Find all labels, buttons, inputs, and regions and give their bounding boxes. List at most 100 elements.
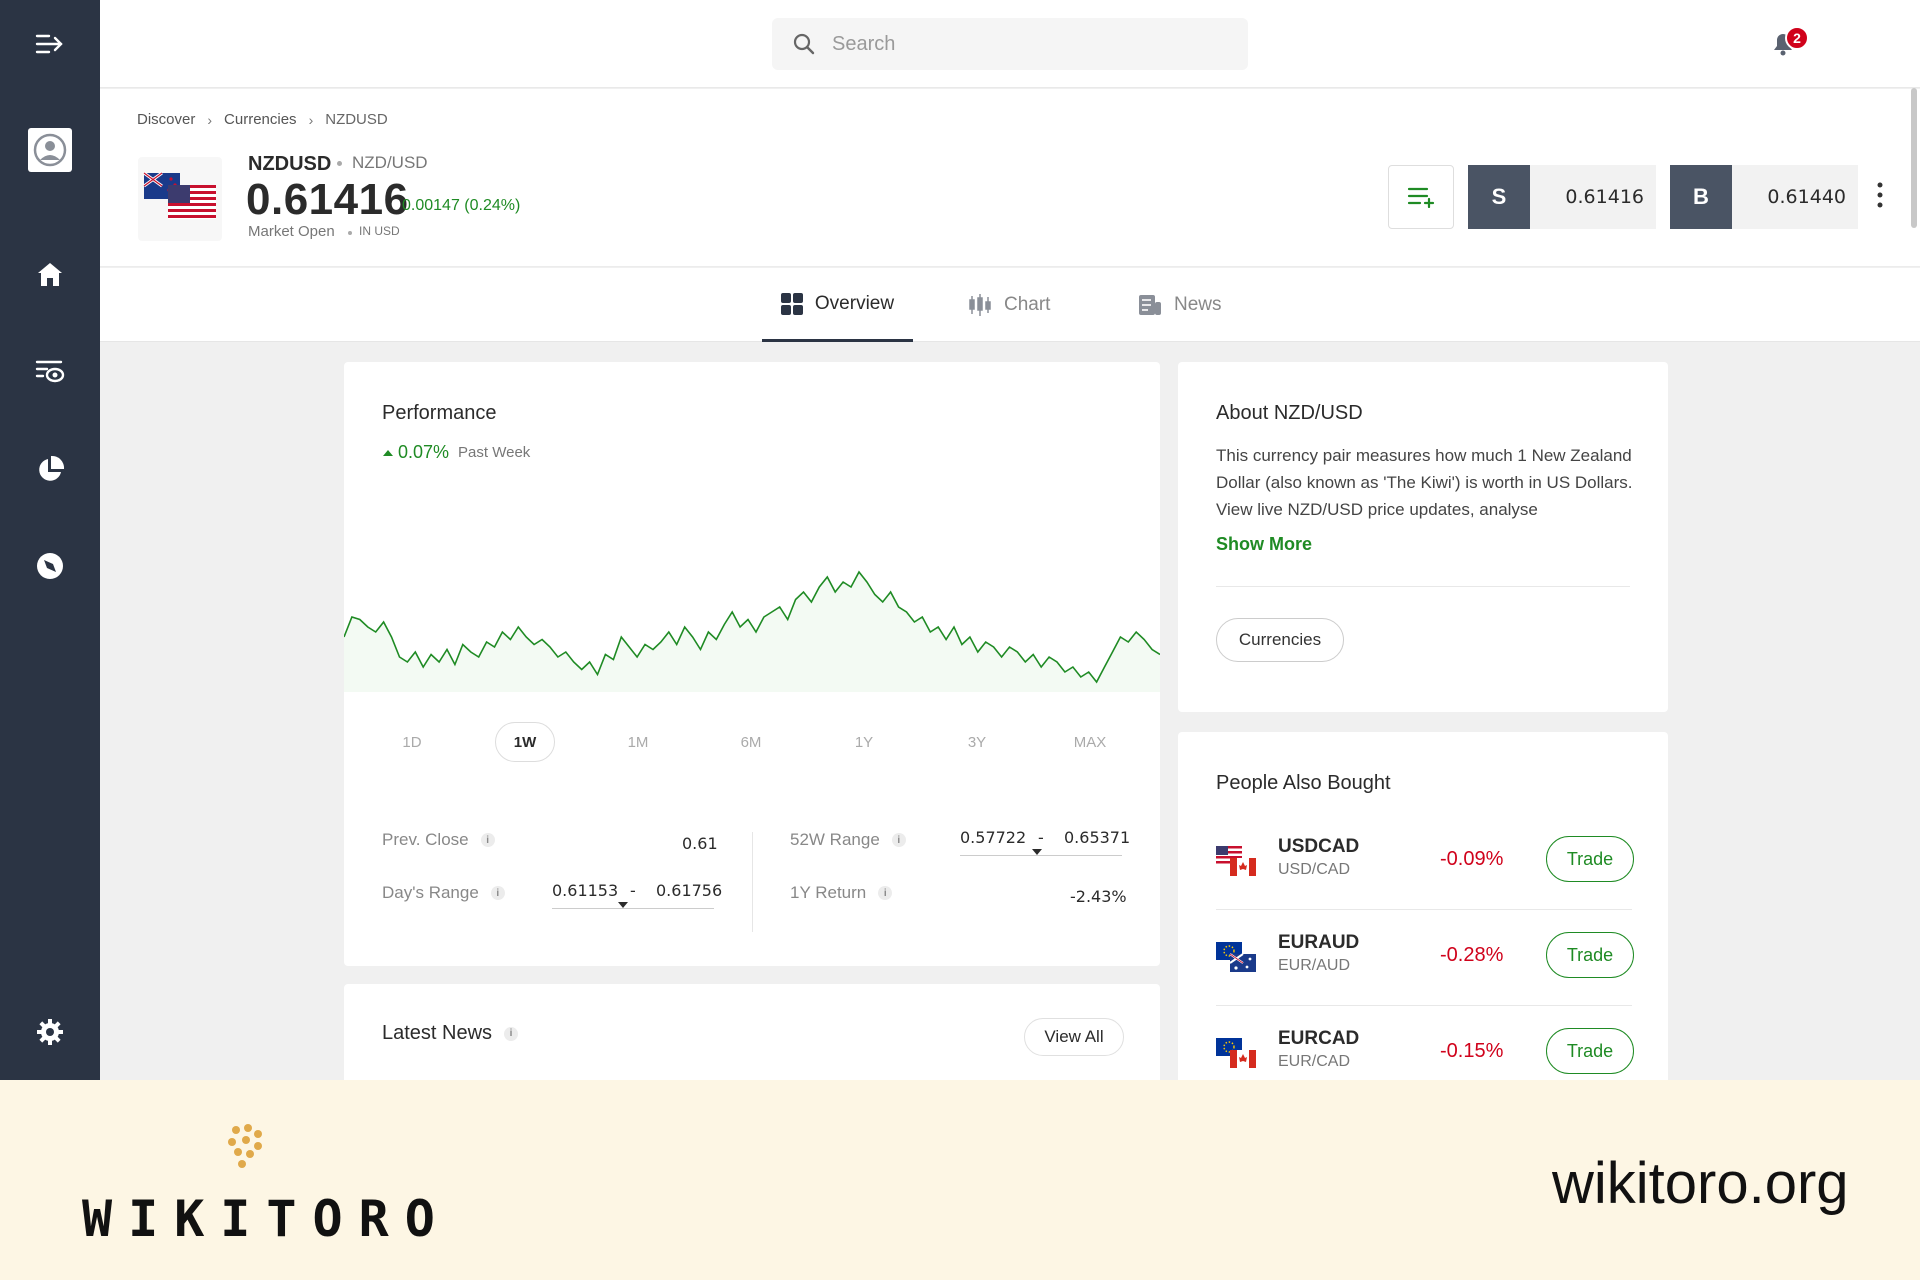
stat-label-text: 1Y Return [790, 883, 867, 902]
tab-label: News [1174, 294, 1222, 315]
candlestick-icon [969, 294, 991, 316]
tab-news[interactable]: News [1138, 268, 1222, 342]
buy-label: B [1670, 165, 1732, 229]
breadcrumb: Discover › Currencies › NZDUSD [137, 111, 388, 128]
discover-compass-icon[interactable] [0, 536, 100, 596]
triangle-up-icon [383, 449, 393, 456]
info-icon[interactable]: i [490, 886, 505, 900]
days-range-high: 0.61756 [656, 881, 723, 900]
market-status: Market Open [248, 223, 335, 240]
show-more-link[interactable]: Show More [1216, 534, 1312, 555]
days-range-low: 0.61153 [552, 881, 619, 900]
latest-news-title-text: Latest News [382, 1022, 493, 1044]
settings-gear-icon[interactable] [0, 1002, 100, 1062]
page-scrollbar[interactable] [1911, 88, 1917, 228]
sidebar [0, 0, 100, 1080]
home-icon[interactable] [0, 244, 100, 304]
price-currency: IN USD [359, 224, 400, 238]
sell-price: 0.61416 [1565, 186, 1644, 208]
performance-change-value: 0.07% [398, 442, 450, 462]
chart-area-fill [344, 572, 1160, 692]
instrument-price: 0.61416 [246, 175, 409, 224]
period-6m[interactable]: 6M [721, 722, 781, 762]
52w-range-marker [1032, 849, 1042, 855]
watermark-footer: WIKITORO wikitoro.org [0, 1080, 1920, 1280]
chevron-right-icon: › [308, 111, 314, 128]
performance-change: 0.07% Past Week [382, 442, 530, 463]
trade-button[interactable]: Trade [1546, 836, 1634, 882]
search-icon [793, 33, 815, 55]
performance-line-chart[interactable] [344, 562, 1160, 692]
news-icon [1139, 295, 1161, 315]
breadcrumb-currencies[interactable]: Currencies [224, 111, 297, 128]
list-item[interactable]: USDCAD USD/CAD -0.09% Trade [1216, 814, 1634, 910]
info-icon[interactable]: i [891, 833, 906, 847]
period-max[interactable]: MAX [1060, 722, 1120, 762]
tab-overview[interactable]: Overview [762, 268, 913, 342]
instrument-tabs: Overview Chart News [100, 268, 1920, 342]
pab-symbol: USDCAD [1278, 836, 1360, 857]
pab-change: -0.09% [1440, 848, 1504, 870]
watchlist-icon[interactable] [0, 342, 100, 402]
people-also-bought-card: People Also Bought USDCAD USD/CAD -0.09%… [1178, 732, 1668, 1080]
prev-close-value: 0.61 [682, 834, 718, 853]
tab-label: Overview [814, 292, 895, 314]
trade-button[interactable]: Trade [1546, 1028, 1634, 1074]
period-1w[interactable]: 1W [495, 722, 555, 762]
about-description: This currency pair measures how much 1 N… [1216, 446, 1633, 519]
more-options-icon[interactable] [1876, 181, 1884, 209]
stat-label-text: 52W Range [790, 830, 880, 849]
user-avatar-icon[interactable] [0, 120, 100, 180]
trade-button[interactable]: Trade [1546, 932, 1634, 978]
list-item[interactable]: EURAUD EUR/AUD -0.28% Trade [1216, 910, 1634, 1006]
notification-count-badge: 2 [1785, 26, 1809, 50]
sell-label: S [1468, 165, 1530, 229]
sell-button[interactable]: S 0.61416 [1468, 165, 1656, 229]
buy-price: 0.61440 [1767, 186, 1846, 208]
days-range-marker [618, 902, 628, 908]
pab-symbol: EURCAD [1278, 1028, 1360, 1049]
1y-return-value: -2.43% [1070, 887, 1127, 906]
performance-title: Performance [382, 402, 497, 424]
separator-dot [348, 231, 352, 235]
period-1d[interactable]: 1D [382, 722, 442, 762]
wikitoro-logo-icon [228, 1124, 262, 1168]
pab-name: USD/CAD [1278, 861, 1351, 878]
latest-news-title: Latest News i [382, 1022, 519, 1045]
period-3y[interactable]: 3Y [947, 722, 1007, 762]
buy-button[interactable]: B 0.61440 [1670, 165, 1858, 229]
view-all-news-button[interactable]: View All [1024, 1018, 1124, 1056]
tab-label: Chart [1004, 294, 1051, 315]
instrument-header: Discover › Currencies › NZDUSD NZDUSD NZ… [100, 89, 1920, 267]
currencies-tag[interactable]: Currencies [1216, 618, 1344, 662]
portfolio-pie-icon[interactable] [0, 440, 100, 500]
about-title: About NZD/USD [1216, 402, 1363, 424]
pab-name: EUR/AUD [1278, 957, 1351, 974]
tab-chart[interactable]: Chart [968, 268, 1050, 342]
latest-news-card: Latest News i View All [344, 984, 1160, 1080]
52w-range-high: 0.65371 [1064, 828, 1131, 847]
search-box[interactable] [772, 18, 1248, 70]
days-range-separator: - [630, 881, 636, 900]
pab-name: EUR/CAD [1278, 1053, 1351, 1070]
period-selector: 1D 1W 1M 6M 1Y 3Y MAX [344, 722, 1160, 762]
instrument-flags-icon [138, 157, 222, 241]
wikitoro-url: wikitoro.org [1552, 1151, 1849, 1216]
performance-card: Performance 0.07% Past Week 1D 1W 1M 6M … [344, 362, 1160, 966]
pab-change: -0.28% [1440, 944, 1504, 966]
add-to-watchlist-button[interactable] [1388, 165, 1454, 229]
info-icon[interactable]: i [504, 1026, 519, 1041]
period-1y[interactable]: 1Y [834, 722, 894, 762]
period-1m[interactable]: 1M [608, 722, 668, 762]
instrument-change: 0.00147 (0.24%) [402, 197, 521, 214]
prev-close-label: Prev. Close i [382, 830, 495, 850]
info-icon[interactable]: i [878, 886, 893, 900]
stat-label-text: Day's Range [382, 883, 479, 902]
collapse-menu-icon[interactable] [0, 14, 100, 74]
search-input[interactable] [832, 32, 1232, 56]
stat-label-text: Prev. Close [382, 830, 469, 849]
top-bar [100, 0, 1920, 88]
info-icon[interactable]: i [480, 833, 495, 847]
breadcrumb-discover[interactable]: Discover [137, 111, 195, 128]
stats-divider [752, 832, 753, 932]
